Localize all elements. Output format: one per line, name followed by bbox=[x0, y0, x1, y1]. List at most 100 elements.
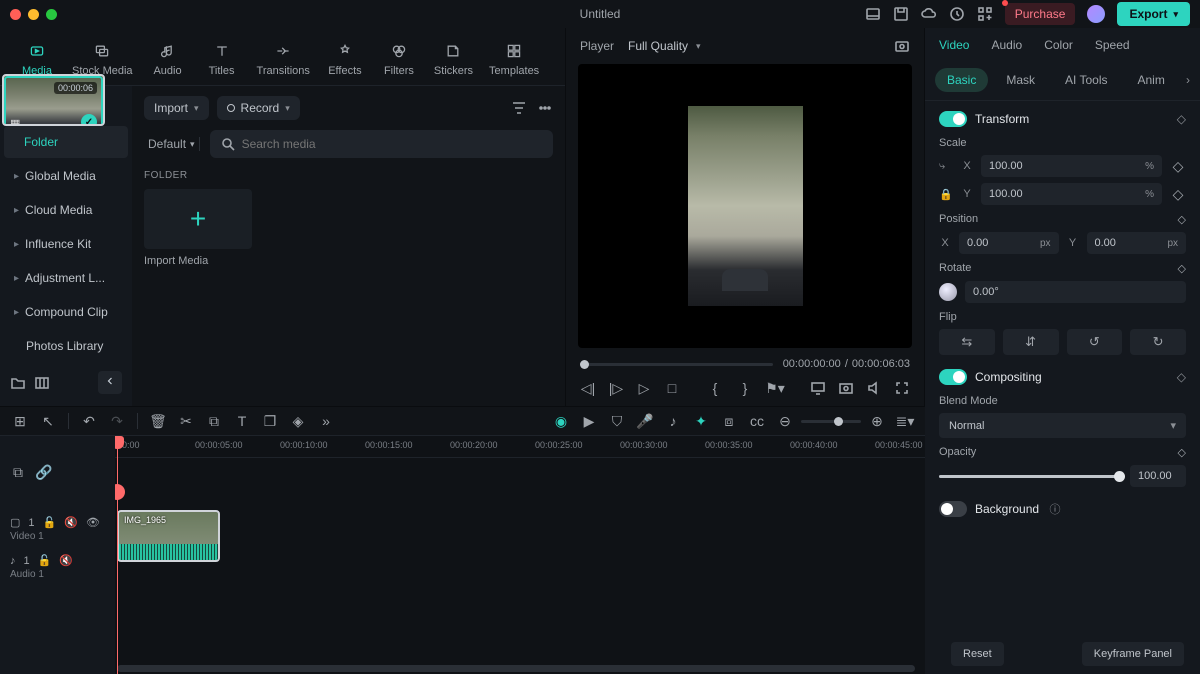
subtab-ai-tools[interactable]: AI Tools bbox=[1053, 68, 1119, 92]
keyframe-icon[interactable]: ◇ bbox=[1178, 213, 1186, 226]
device-icon[interactable]: ⧈ bbox=[721, 413, 737, 429]
apps-icon[interactable] bbox=[977, 6, 993, 22]
sidebar-cloud-media[interactable]: ▸Cloud Media bbox=[4, 194, 128, 226]
display-icon[interactable] bbox=[810, 380, 826, 396]
subtab-animation[interactable]: Anim bbox=[1125, 68, 1176, 92]
volume-icon[interactable] bbox=[866, 380, 882, 396]
lock-icon[interactable]: 🔓 bbox=[38, 554, 52, 567]
tab-audio[interactable]: Audio bbox=[991, 38, 1022, 60]
subtab-basic[interactable]: Basic bbox=[935, 68, 988, 92]
timeline-scrollbar[interactable] bbox=[117, 665, 915, 672]
text-icon[interactable]: T bbox=[234, 413, 250, 429]
mark-out-icon[interactable]: } bbox=[737, 380, 753, 396]
color-tag-icon[interactable]: ◈ bbox=[290, 413, 306, 429]
time-ruler[interactable]: 00:00 00:00:05:00 00:00:10:00 00:00:15:0… bbox=[115, 436, 925, 458]
nav-transitions[interactable]: Transitions bbox=[251, 34, 316, 85]
maximize-window[interactable] bbox=[46, 9, 57, 20]
delete-icon[interactable]: 🗑 bbox=[150, 413, 166, 429]
capture-icon[interactable] bbox=[838, 380, 854, 396]
background-toggle[interactable] bbox=[939, 501, 967, 517]
fullscreen-icon[interactable] bbox=[894, 380, 910, 396]
undo-icon[interactable]: ↶ bbox=[81, 413, 97, 429]
info-icon[interactable]: ⓘ bbox=[1047, 501, 1063, 517]
tab-color[interactable]: Color bbox=[1044, 38, 1073, 60]
auto-beat-icon[interactable]: ✦ bbox=[693, 413, 709, 429]
video-preview[interactable] bbox=[578, 64, 912, 348]
crop-icon[interactable]: ⧉ bbox=[206, 413, 222, 429]
tab-video[interactable]: Video bbox=[939, 38, 969, 60]
rotate-cw[interactable]: ↻ bbox=[1130, 329, 1186, 355]
music-icon[interactable]: ♪ bbox=[665, 413, 681, 429]
link-tracks-icon[interactable]: ⧉ bbox=[10, 464, 26, 480]
sidebar-folder[interactable]: Folder bbox=[4, 126, 128, 158]
scrub-bar[interactable] bbox=[580, 363, 773, 366]
reset-button[interactable]: Reset bbox=[951, 642, 1004, 666]
pointer-icon[interactable]: ↖ bbox=[40, 413, 56, 429]
nav-templates[interactable]: Templates bbox=[483, 34, 545, 85]
prev-frame-icon[interactable]: ◁| bbox=[580, 380, 596, 396]
close-window[interactable] bbox=[10, 9, 21, 20]
chain-icon[interactable]: 🔗 bbox=[36, 464, 52, 480]
save-icon[interactable] bbox=[893, 6, 909, 22]
quality-select[interactable]: Full Quality▾ bbox=[628, 39, 701, 53]
sidebar-global-media[interactable]: ▸Global Media bbox=[4, 160, 128, 192]
zoom-out-icon[interactable]: ⊖ bbox=[777, 413, 793, 429]
timeline-tracks[interactable]: 00:00 00:00:05:00 00:00:10:00 00:00:15:0… bbox=[115, 436, 925, 674]
playhead[interactable] bbox=[117, 436, 118, 674]
minimize-window[interactable] bbox=[28, 9, 39, 20]
visibility-icon[interactable]: 👁 bbox=[86, 516, 100, 529]
subtab-mask[interactable]: Mask bbox=[994, 68, 1047, 92]
scale-y-field[interactable]: % bbox=[981, 183, 1162, 205]
marker-icon[interactable]: ⚑▾ bbox=[767, 380, 783, 396]
audio-track-header[interactable]: ♪1 🔓🔇 Audio 1 bbox=[0, 548, 115, 586]
keyframe-icon[interactable]: ◇ bbox=[1178, 262, 1186, 275]
compositing-toggle[interactable] bbox=[939, 369, 967, 385]
new-bin-icon[interactable] bbox=[34, 375, 50, 391]
import-button[interactable]: Import▾ bbox=[144, 96, 209, 120]
transform-toggle[interactable] bbox=[939, 111, 967, 127]
snapshot-icon[interactable] bbox=[894, 38, 910, 54]
subtabs-more-icon[interactable]: › bbox=[1186, 73, 1190, 87]
new-folder-icon[interactable] bbox=[10, 375, 26, 391]
render-icon[interactable]: ▶ bbox=[581, 413, 597, 429]
timeline-view-icon[interactable]: ≣▾ bbox=[897, 413, 913, 429]
tab-speed[interactable]: Speed bbox=[1095, 38, 1130, 60]
search-media[interactable] bbox=[210, 130, 553, 158]
scale-x-field[interactable]: % bbox=[981, 155, 1162, 177]
zoom-slider[interactable] bbox=[801, 420, 861, 423]
search-input[interactable] bbox=[242, 137, 543, 151]
lock-icon[interactable]: 🔓 bbox=[43, 516, 57, 529]
collapse-sidebar[interactable] bbox=[98, 371, 122, 394]
auto-reframe-icon[interactable]: ◉ bbox=[553, 413, 569, 429]
redo-icon[interactable]: ↷ bbox=[109, 413, 125, 429]
mute-icon[interactable]: 🔇 bbox=[64, 516, 78, 529]
keyframe-icon[interactable]: ◇ bbox=[1178, 446, 1186, 459]
link-icon[interactable]: 🔒 bbox=[939, 188, 953, 201]
sidebar-photos-library[interactable]: Photos Library bbox=[4, 330, 128, 362]
keyframe-panel-button[interactable]: Keyframe Panel bbox=[1082, 642, 1184, 666]
shield-icon[interactable]: ⛉ bbox=[609, 413, 625, 429]
purchase-button[interactable]: Purchase bbox=[1005, 3, 1076, 25]
timeline-clip[interactable]: IMG_1965 bbox=[117, 510, 220, 562]
sort-default[interactable]: Default▾ bbox=[144, 137, 200, 151]
cloud-icon[interactable] bbox=[921, 6, 937, 22]
sidebar-compound-clip[interactable]: ▸Compound Clip bbox=[4, 296, 128, 328]
rotate-knob[interactable] bbox=[939, 283, 957, 301]
sidebar-influence-kit[interactable]: ▸Influence Kit bbox=[4, 228, 128, 260]
record-button[interactable]: Record▾ bbox=[217, 96, 300, 120]
media-clip[interactable]: 00:00:06 ▦ ✓ IMG_1965 bbox=[2, 74, 105, 126]
position-y-field[interactable]: px bbox=[1087, 232, 1187, 254]
opacity-slider[interactable] bbox=[939, 475, 1120, 478]
export-button[interactable]: Export▾ bbox=[1117, 2, 1190, 26]
voiceover-icon[interactable]: 🎤 bbox=[637, 413, 653, 429]
keyframe-icon[interactable]: ◇ bbox=[1177, 112, 1186, 126]
nav-stickers[interactable]: Stickers bbox=[428, 34, 479, 85]
filter-icon[interactable] bbox=[511, 100, 527, 116]
mute-icon[interactable]: 🔇 bbox=[59, 554, 73, 567]
more-tools-icon[interactable]: » bbox=[318, 413, 334, 429]
track-options-icon[interactable]: ⊞ bbox=[12, 413, 28, 429]
play-backward-icon[interactable]: |▷ bbox=[608, 380, 624, 396]
position-x-field[interactable]: px bbox=[959, 232, 1059, 254]
more-icon[interactable] bbox=[537, 100, 553, 116]
sidebar-adjustment-layer[interactable]: ▸Adjustment L... bbox=[4, 262, 128, 294]
